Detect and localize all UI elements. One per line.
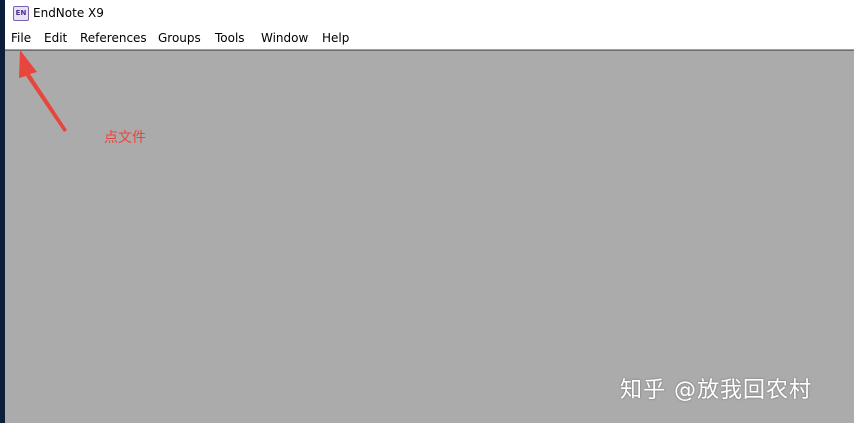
menu-bar: File Edit References Groups Tools Window…: [5, 28, 854, 50]
menu-help[interactable]: Help: [322, 31, 349, 45]
endnote-window: EN EndNote X9 File Edit References Group…: [0, 0, 854, 423]
menu-file[interactable]: File: [11, 31, 31, 45]
window-left-edge: [0, 0, 5, 423]
menu-edit[interactable]: Edit: [44, 31, 67, 45]
menu-tools[interactable]: Tools: [215, 31, 245, 45]
menu-groups[interactable]: Groups: [158, 31, 201, 45]
window-title: EndNote X9: [33, 6, 104, 20]
title-bar[interactable]: EN EndNote X9: [5, 0, 854, 28]
workspace-area: [5, 50, 854, 423]
watermark-text: 知乎 @放我回农村: [620, 378, 812, 403]
endnote-app-icon[interactable]: EN: [13, 6, 29, 21]
menu-window[interactable]: Window: [261, 31, 308, 45]
annotation-label: 点文件: [104, 130, 146, 146]
menu-references[interactable]: References: [80, 31, 147, 45]
